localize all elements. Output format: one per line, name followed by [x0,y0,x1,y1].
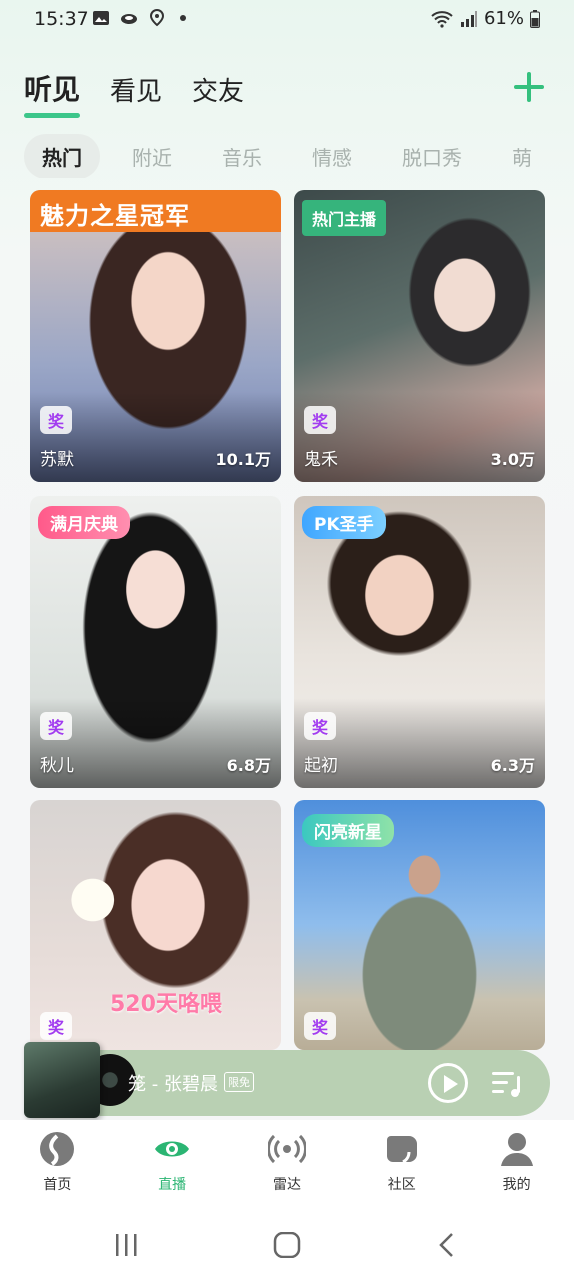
location-icon [149,9,165,27]
radar-icon [267,1134,306,1164]
category-emotion[interactable]: 情感 [294,134,370,178]
live-card[interactable]: PK圣手 奖 起初 6.3万 [294,496,545,788]
viewer-count: 3.0万 [490,450,535,469]
card-badge: 魅力之星冠军 [30,190,281,232]
top-tabs: 听见 看见 交友 [24,68,244,118]
viewer-count: 6.3万 [490,756,535,775]
live-card[interactable]: 闪亮新星 奖 [294,800,545,1050]
tab-watch[interactable]: 看见 [110,71,162,118]
reward-icon: 奖 [304,406,336,434]
profile-icon [500,1133,533,1166]
nav-profile[interactable]: 我的 [459,1120,574,1210]
category-bar: 热门 附近 音乐 情感 脱口秀 萌 [24,134,574,178]
playlist-icon[interactable] [492,1070,524,1098]
card-badge: 闪亮新星 [302,814,394,847]
nav-label: 我的 [502,1177,531,1193]
reward-icon: 奖 [304,1012,336,1040]
viewer-count: 6.8万 [226,756,271,775]
category-nearby[interactable]: 附近 [114,134,190,178]
image-icon [93,11,109,25]
wifi-icon [431,10,453,28]
nav-live[interactable]: 直播 [115,1120,230,1210]
category-talkshow[interactable]: 脱口秀 [384,134,480,178]
cloud-icon [121,14,137,24]
nav-radar[interactable]: 雷达 [230,1120,345,1210]
card-badge: 热门主播 [302,200,387,236]
streamer-name: 苏默 [40,450,74,470]
album-cover [24,1042,100,1118]
home-button-icon[interactable] [272,1232,302,1258]
nav-label: 社区 [387,1177,416,1193]
nav-home[interactable]: 首页 [0,1120,115,1210]
mini-player[interactable]: 笼 - 张碧晨 限免 [24,1042,550,1118]
tab-listen[interactable]: 听见 [24,68,81,118]
reward-icon: 奖 [40,712,72,740]
category-music[interactable]: 音乐 [204,134,280,178]
reward-icon: 奖 [304,712,336,740]
play-button[interactable] [428,1063,468,1103]
notification-dot [180,15,186,21]
viewer-count: 10.1万 [215,450,271,469]
reward-icon: 奖 [40,1012,72,1040]
card-badge: PK圣手 [302,506,386,539]
nav-label: 直播 [158,1177,187,1193]
tab-friends[interactable]: 交友 [192,71,244,118]
signal-icon [460,10,477,27]
live-card[interactable]: 满月庆典 奖 秋儿 6.8万 [30,496,281,788]
nav-label: 雷达 [272,1177,301,1193]
live-card[interactable]: 520天咯喂 奖 [30,800,281,1050]
back-icon[interactable] [432,1232,462,1258]
battery-percent: 61% [483,8,524,29]
free-tag: 限免 [224,1072,254,1092]
system-nav-bar [0,1210,574,1280]
home-icon [40,1132,75,1166]
reward-icon: 奖 [40,406,72,434]
card-overlay-text: 520天咯喂 [110,992,222,1017]
live-card[interactable]: 魅力之星冠军 奖 苏默 10.1万 [30,190,281,482]
card-badge: 满月庆典 [38,506,130,539]
song-title: 笼 - 张碧晨 [128,1074,218,1095]
streamer-name: 鬼禾 [304,450,338,470]
recent-apps-icon[interactable] [112,1232,142,1258]
status-bar: 15:37 61% [0,0,574,40]
nav-community[interactable]: 社区 [344,1120,459,1210]
streamer-name: 起初 [304,756,338,776]
add-icon[interactable] [514,72,544,102]
category-cute[interactable]: 萌 [494,134,550,178]
status-system-icons: 61% [430,8,540,29]
status-time: 15:37 [34,8,89,30]
category-hot[interactable]: 热门 [24,134,100,178]
status-notification-icons [92,9,186,27]
bottom-nav: 首页 直播 雷达 社区 我的 [0,1120,574,1210]
battery-icon [530,9,540,28]
community-icon [386,1136,417,1164]
streamer-name: 秋儿 [40,756,74,776]
nav-label: 首页 [43,1177,72,1193]
eye-icon [155,1141,190,1157]
live-card[interactable]: 热门主播 奖 鬼禾 3.0万 [294,190,545,482]
